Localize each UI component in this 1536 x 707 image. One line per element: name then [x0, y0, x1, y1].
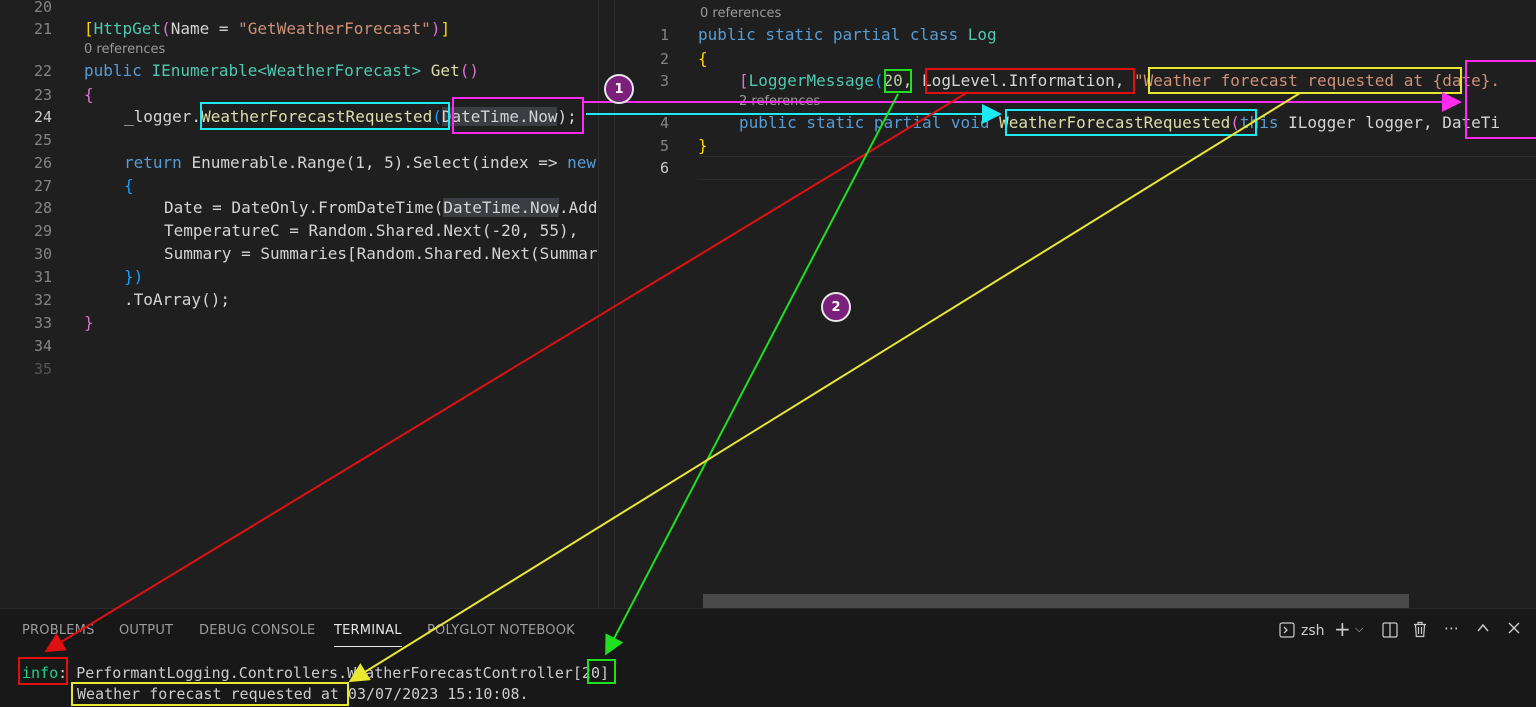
arrow-green — [605, 93, 899, 656]
arrow-yellow — [348, 92, 1301, 683]
step-badge-2: 2 — [821, 292, 851, 322]
arrow-red — [44, 91, 969, 653]
step-badge-1: 1 — [604, 74, 634, 104]
annotation-arrows — [44, 91, 1462, 683]
